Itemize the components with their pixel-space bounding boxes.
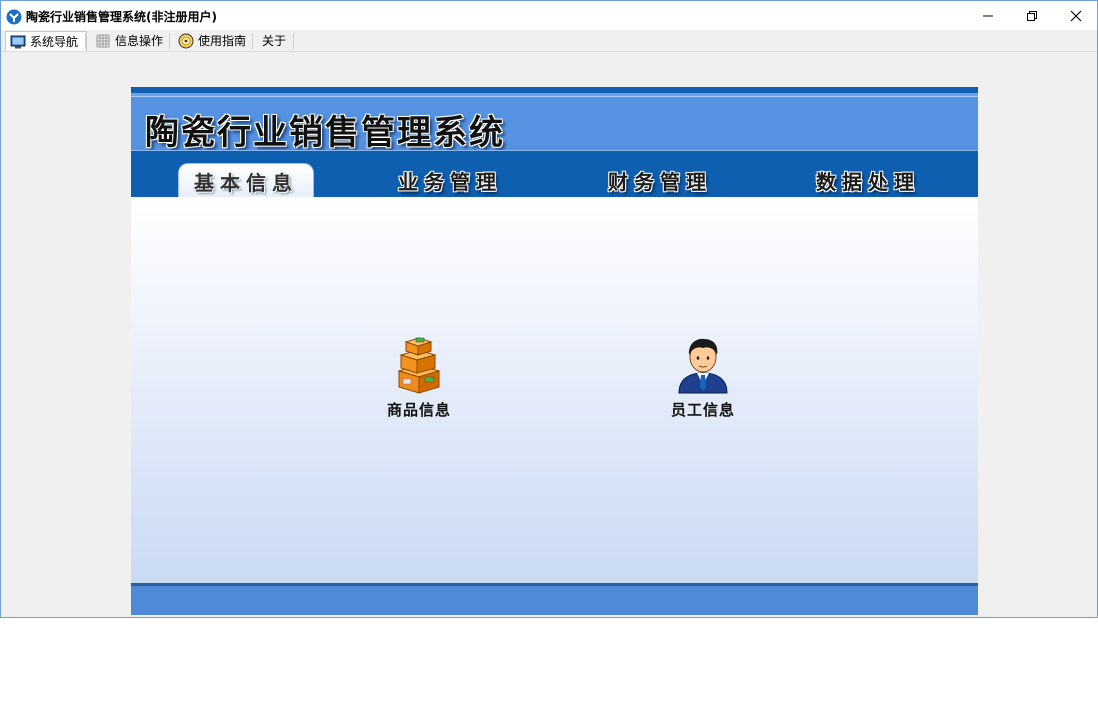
close-button[interactable] — [1054, 1, 1098, 30]
main-panel: 陶瓷行业销售管理系统 基本信息 业务管理 财务管理 数据处理 商品信息 员工信息 — [131, 87, 978, 615]
tab-label: 财务管理 — [608, 170, 712, 194]
tile-product-info[interactable]: 商品信息 — [364, 335, 474, 435]
window-title: 陶瓷行业销售管理系统(非注册用户) — [26, 10, 217, 24]
tile-employee-info[interactable]: 员工信息 — [648, 335, 758, 435]
menu-separator — [252, 33, 253, 49]
menu-separator — [85, 33, 86, 49]
monitor-icon — [10, 35, 26, 48]
header-banner: 陶瓷行业销售管理系统 — [131, 96, 978, 153]
restore-icon — [1027, 10, 1037, 21]
app-window: 陶瓷行业销售管理系统(非注册用户) 系统导航 信息操作 使用指南 关于 陶瓷行业… — [0, 0, 1098, 618]
banner-title: 陶瓷行业销售管理系统 — [145, 113, 505, 153]
grid-icon — [96, 34, 110, 47]
tab-basic-info[interactable]: 基本信息 — [178, 163, 314, 199]
close-icon — [1070, 10, 1082, 21]
footer-bar — [131, 586, 978, 615]
menu-item-about[interactable]: 关于 — [258, 31, 294, 50]
tab-label: 基本信息 — [194, 171, 298, 195]
menu-bar: 系统导航 信息操作 使用指南 关于 — [1, 30, 1097, 52]
tab-business-mgmt[interactable]: 业务管理 — [383, 163, 517, 198]
minimize-button[interactable] — [966, 1, 1010, 30]
menu-item-label: 系统导航 — [30, 35, 79, 49]
menu-item-info-ops[interactable]: 信息操作 — [91, 31, 171, 50]
tile-label: 商品信息 — [386, 401, 451, 419]
minimize-icon — [983, 15, 993, 16]
menu-item-label: 关于 — [262, 34, 287, 48]
employee-icon — [678, 338, 728, 394]
boxes-icon — [397, 337, 441, 394]
restore-button[interactable] — [1010, 1, 1054, 30]
tab-label: 业务管理 — [398, 170, 502, 194]
tab-data-processing[interactable]: 数据处理 — [801, 163, 935, 198]
app-logo-icon — [6, 9, 22, 25]
menu-item-label: 使用指南 — [198, 34, 247, 48]
title-bar[interactable]: 陶瓷行业销售管理系统(非注册用户) — [1, 1, 1097, 30]
help-disc-icon — [178, 33, 194, 48]
menu-item-label: 信息操作 — [115, 34, 164, 48]
tile-label: 员工信息 — [670, 401, 735, 419]
menu-separator — [293, 33, 294, 49]
menu-separator — [169, 33, 170, 49]
tab-label: 数据处理 — [816, 170, 920, 194]
menu-item-system-nav[interactable]: 系统导航 — [5, 31, 88, 51]
menu-item-user-guide[interactable]: 使用指南 — [174, 31, 254, 50]
content-area: 商品信息 员工信息 — [131, 197, 978, 583]
tab-finance-mgmt[interactable]: 财务管理 — [593, 163, 727, 198]
tab-bar: 基本信息 业务管理 财务管理 数据处理 — [131, 150, 978, 199]
